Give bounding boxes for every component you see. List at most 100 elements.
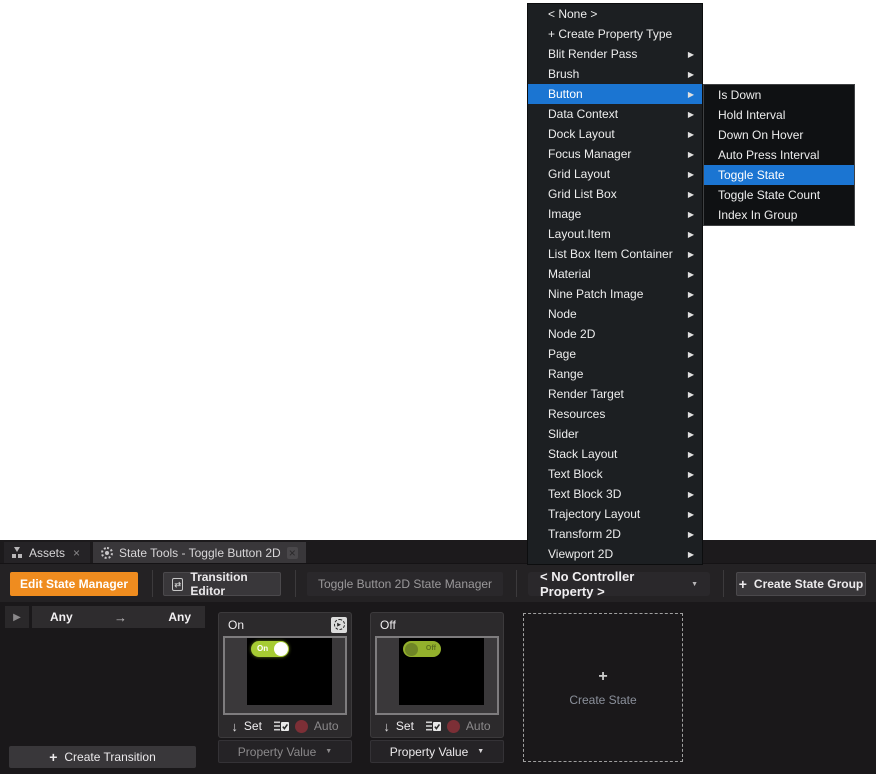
create-state-button[interactable]: + Create State xyxy=(523,613,683,762)
menu-item-data-context[interactable]: Data Context▶ xyxy=(528,104,702,124)
menu-item-nine-patch-image[interactable]: Nine Patch Image▶ xyxy=(528,284,702,304)
menu-item-render-target[interactable]: Render Target▶ xyxy=(528,384,702,404)
auto-label: Auto xyxy=(466,719,491,733)
state-editor-area: ▶ Any → Any + Create Transition On ▶ xyxy=(0,602,876,774)
menu-item-slider[interactable]: Slider▶ xyxy=(528,424,702,444)
submenu-arrow-icon: ▶ xyxy=(688,150,694,159)
menu-item-stack-layout[interactable]: Stack Layout▶ xyxy=(528,444,702,464)
submenu-item-is-down[interactable]: Is Down xyxy=(704,85,854,105)
submenu-arrow-icon: ▶ xyxy=(688,210,694,219)
submenu-arrow-icon: ▶ xyxy=(688,230,694,239)
play-transition-button[interactable]: ▶ xyxy=(5,606,29,628)
submenu-arrow-icon: ▶ xyxy=(688,290,694,299)
submenu-arrow-icon: ▶ xyxy=(688,450,694,459)
submenu-item-auto-press-interval[interactable]: Auto Press Interval xyxy=(704,145,854,165)
chevron-down-icon: ▼ xyxy=(691,581,698,588)
state-card-off[interactable]: Off Off ↓ Set xyxy=(370,612,504,738)
menu-item-node[interactable]: Node▶ xyxy=(528,304,702,324)
button-submenu: Is Down Hold Interval Down On Hover Auto… xyxy=(703,84,855,226)
tab-state-tools-label: State Tools - Toggle Button 2D xyxy=(119,546,281,560)
create-state-group-button[interactable]: + Create State Group xyxy=(736,572,866,596)
submenu-arrow-icon: ▶ xyxy=(688,490,694,499)
menu-item-focus-manager[interactable]: Focus Manager▶ xyxy=(528,144,702,164)
plus-icon: + xyxy=(598,668,607,686)
submenu-arrow-icon: ▶ xyxy=(688,410,694,419)
menu-item-trajectory-layout[interactable]: Trajectory Layout▶ xyxy=(528,504,702,524)
panel-tab-bar: Assets × State Tools - Toggle Button 2D … xyxy=(0,540,876,564)
menu-item-button[interactable]: Button▶ xyxy=(528,84,702,104)
transition-arrow-icon: → xyxy=(114,610,127,625)
property-value-dropdown-off[interactable]: Property Value ▼ xyxy=(370,740,504,763)
submenu-item-down-on-hover[interactable]: Down On Hover xyxy=(704,125,854,145)
menu-item-dock-layout[interactable]: Dock Layout▶ xyxy=(528,124,702,144)
state-manager-name-field[interactable]: Toggle Button 2D State Manager xyxy=(307,572,503,596)
state-card-on[interactable]: On ▶ On ↓ Set xyxy=(218,612,352,738)
create-transition-button[interactable]: + Create Transition xyxy=(9,746,196,768)
submenu-arrow-icon: ▶ xyxy=(688,350,694,359)
auto-toggle-icon[interactable] xyxy=(447,720,460,733)
set-button[interactable]: Set xyxy=(396,719,414,733)
toolbar-separator xyxy=(295,570,296,597)
chevron-down-icon: ▼ xyxy=(477,748,484,755)
state-card-header: On ▶ xyxy=(219,613,351,636)
menu-item-list-box-item-container[interactable]: List Box Item Container▶ xyxy=(528,244,702,264)
tab-assets[interactable]: Assets × xyxy=(4,542,90,563)
menu-item-resources[interactable]: Resources▶ xyxy=(528,404,702,424)
submenu-arrow-icon: ▶ xyxy=(688,430,694,439)
plus-icon: + xyxy=(739,576,747,592)
preview-state-button[interactable]: ▶ xyxy=(331,617,347,633)
state-card-header: Off xyxy=(371,613,503,636)
state-preview-off: Off xyxy=(375,636,499,715)
menu-item-grid-layout[interactable]: Grid Layout▶ xyxy=(528,164,702,184)
submenu-item-toggle-state-count[interactable]: Toggle State Count xyxy=(704,185,854,205)
transition-from-label: Any xyxy=(50,610,73,624)
property-value-dropdown-on[interactable]: Property Value ▼ xyxy=(218,740,352,763)
menu-item-grid-list-box[interactable]: Grid List Box▶ xyxy=(528,184,702,204)
menu-item-transform-2d[interactable]: Transform 2D▶ xyxy=(528,524,702,544)
submenu-arrow-icon: ▶ xyxy=(688,330,694,339)
submenu-arrow-icon: ▶ xyxy=(688,90,694,99)
controller-property-dropdown[interactable]: < No Controller Property > ▼ xyxy=(528,572,710,596)
menu-item-brush[interactable]: Brush▶ xyxy=(528,64,702,84)
auto-toggle-icon[interactable] xyxy=(295,720,308,733)
submenu-item-toggle-state[interactable]: Toggle State xyxy=(704,165,854,185)
close-icon[interactable]: × xyxy=(287,547,298,559)
submenu-arrow-icon: ▶ xyxy=(688,310,694,319)
menu-item-text-block[interactable]: Text Block▶ xyxy=(528,464,702,484)
menu-item-layout-item[interactable]: Layout.Item▶ xyxy=(528,224,702,244)
menu-item-image[interactable]: Image▶ xyxy=(528,204,702,224)
submenu-arrow-icon: ▶ xyxy=(688,550,694,559)
menu-item-none[interactable]: < None > xyxy=(528,4,702,24)
menu-item-text-block-3d[interactable]: Text Block 3D▶ xyxy=(528,484,702,504)
menu-item-node-2d[interactable]: Node 2D▶ xyxy=(528,324,702,344)
menu-item-range[interactable]: Range▶ xyxy=(528,364,702,384)
menu-item-page[interactable]: Page▶ xyxy=(528,344,702,364)
apply-properties-icon[interactable] xyxy=(274,720,289,733)
submenu-item-index-in-group[interactable]: Index In Group xyxy=(704,205,854,225)
submenu-arrow-icon: ▶ xyxy=(688,370,694,379)
menu-item-create-property-type[interactable]: + Create Property Type xyxy=(528,24,702,44)
submenu-arrow-icon: ▶ xyxy=(688,270,694,279)
menu-item-blit-render-pass[interactable]: Blit Render Pass▶ xyxy=(528,44,702,64)
close-icon[interactable]: × xyxy=(71,547,82,559)
submenu-arrow-icon: ▶ xyxy=(688,50,694,59)
transition-editor-icon: ⇄ xyxy=(172,578,183,591)
apply-properties-icon[interactable] xyxy=(426,720,441,733)
transition-editor-button[interactable]: ⇄ Transition Editor xyxy=(163,572,281,596)
transition-row-any-any[interactable]: Any → Any xyxy=(32,606,205,628)
submenu-arrow-icon: ▶ xyxy=(688,510,694,519)
menu-item-viewport-2d[interactable]: Viewport 2D▶ xyxy=(528,544,702,564)
submenu-item-hold-interval[interactable]: Hold Interval xyxy=(704,105,854,125)
set-button[interactable]: Set xyxy=(244,719,262,733)
tab-state-tools[interactable]: State Tools - Toggle Button 2D × xyxy=(93,542,306,563)
submenu-arrow-icon: ▶ xyxy=(688,190,694,199)
state-actions-row: ↓ Set Auto xyxy=(371,715,503,737)
state-manager-icon xyxy=(101,547,113,559)
toggle-label: On xyxy=(257,644,268,653)
edit-state-manager-button[interactable]: Edit State Manager xyxy=(10,572,138,596)
transition-to-label: Any xyxy=(168,610,191,624)
menu-item-material[interactable]: Material▶ xyxy=(528,264,702,284)
set-arrow-icon: ↓ xyxy=(231,719,238,734)
chevron-down-icon: ▼ xyxy=(325,748,332,755)
set-arrow-icon: ↓ xyxy=(383,719,390,734)
